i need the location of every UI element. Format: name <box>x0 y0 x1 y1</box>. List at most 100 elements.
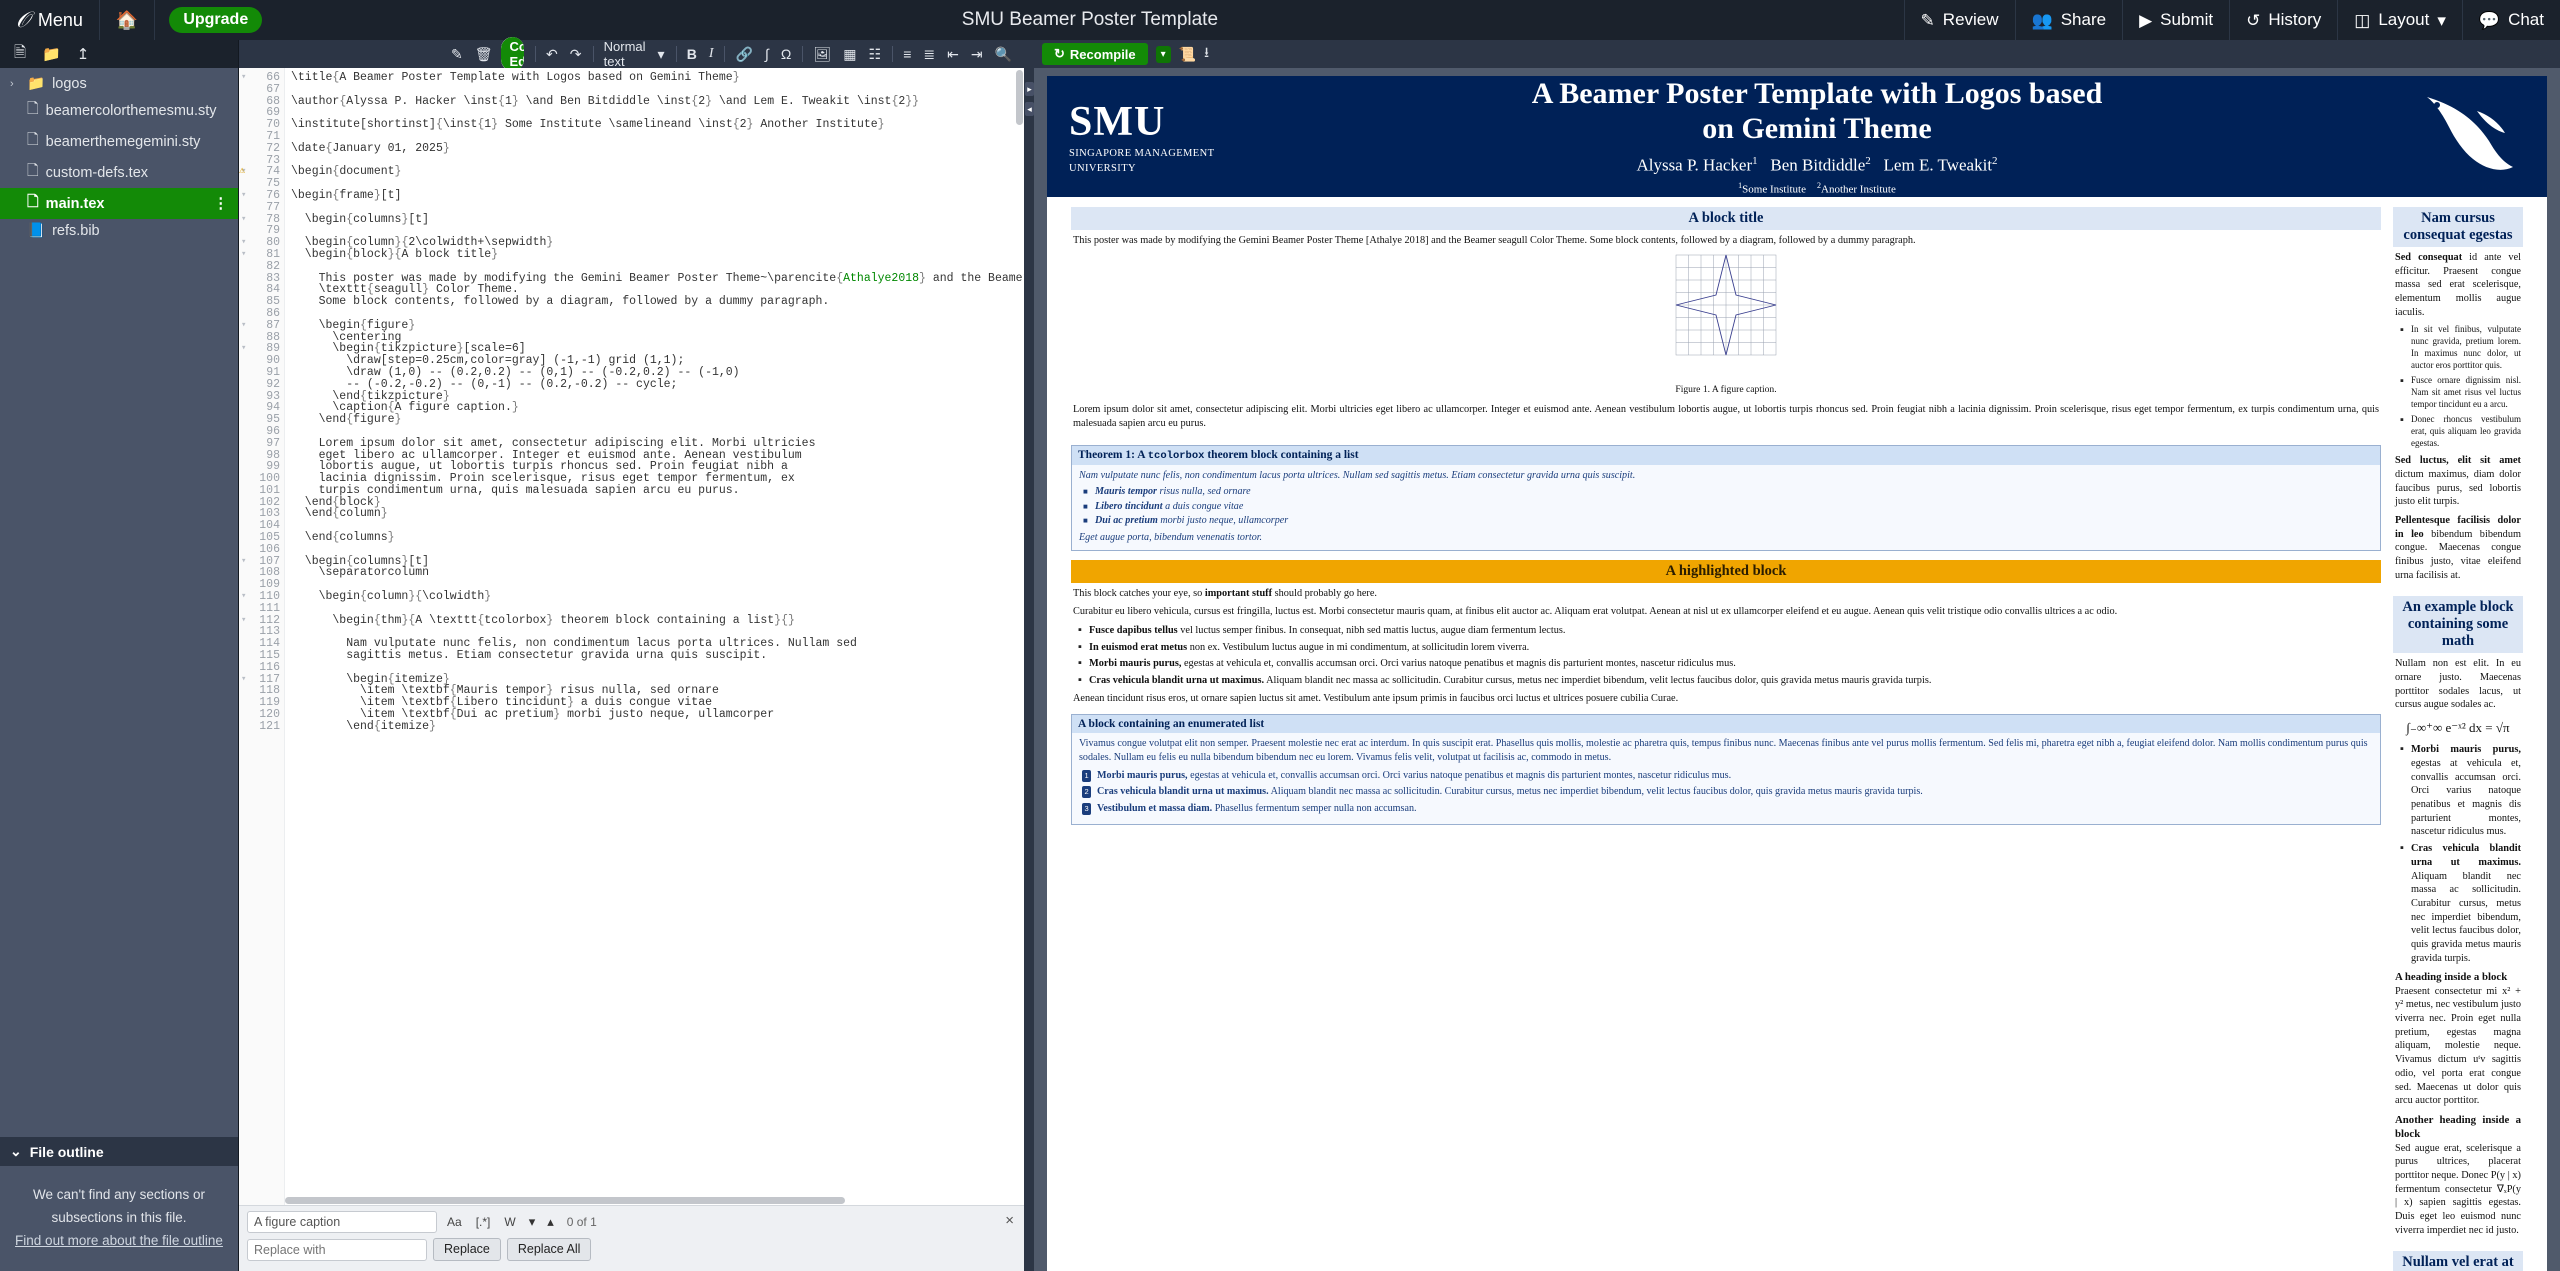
share-button[interactable]: 👥 Share <box>2014 0 2123 40</box>
whole-word-toggle[interactable]: W <box>500 1215 519 1229</box>
logs-icon[interactable]: 📜 <box>1179 46 1196 63</box>
upload-icon[interactable]: ↥ <box>77 45 90 63</box>
file-outline-header[interactable]: ⌄ File outline <box>0 1137 238 1167</box>
block-math: An example block containing some math Nu… <box>2393 596 2523 1242</box>
file-tree-item-refs-bib[interactable]: 📘 refs.bib <box>0 219 238 242</box>
file-tree-item-logos[interactable]: › 📁 logos <box>0 72 238 95</box>
grid-icon[interactable]: ☷ <box>863 47 888 61</box>
splitter-handle-collapse-left[interactable]: ▸ <box>1025 82 1034 96</box>
enum-marker: 3 <box>1082 802 1092 816</box>
menu-button[interactable]: 𝒪 Menu <box>0 0 100 40</box>
omega-icon[interactable]: Ω <box>775 47 797 61</box>
layout-button[interactable]: ◫ Layout ▾ <box>2337 0 2462 40</box>
find-next-icon[interactable]: ▾ <box>526 1214 539 1230</box>
theorem-intro: Nam vulputate nunc felis, non condimentu… <box>1079 469 1636 481</box>
block-a-block-title: A block title This poster was made by mo… <box>1071 207 2381 436</box>
image-icon[interactable]: 🖼 <box>807 47 837 61</box>
file-tree-item-beamercolorthemesmu[interactable]: 🗋 beamercolorthemesmu.sty <box>0 95 238 126</box>
theorem-list-item: Dui ac pretium morbi justo neque, ullamc… <box>1083 514 2373 528</box>
tab-code-editor[interactable]: Code Editor <box>500 37 524 71</box>
fold-toggle-icon[interactable]: ▾ <box>241 343 246 355</box>
editor-vertical-scrollbar[interactable] <box>1016 70 1023 125</box>
numbered-list-icon[interactable]: ≣ <box>917 47 941 61</box>
enumerated-list: 1 Morbi mauris purus, egestas at vehicula… <box>1082 769 2373 816</box>
upgrade-button[interactable]: Upgrade <box>169 7 263 33</box>
chevron-down-icon[interactable]: ▾ <box>652 47 671 61</box>
code-line: \begin{document} <box>291 165 402 179</box>
file-menu-icon[interactable]: ⋮ <box>214 196 229 212</box>
file-tree-item-beamerthemegemini[interactable]: 🗋 beamerthemegemini.sty <box>0 126 238 157</box>
fold-toggle-icon[interactable]: ▾ <box>241 320 246 332</box>
indent-increase-icon[interactable]: ⇥ <box>965 47 989 61</box>
fold-toggle-icon[interactable]: ▾ <box>241 591 246 603</box>
find-prev-icon[interactable]: ▴ <box>544 1214 557 1230</box>
replace-button[interactable]: Replace <box>433 1238 501 1261</box>
undo-icon[interactable]: ↶ <box>540 47 564 61</box>
fold-toggle-icon[interactable]: ▾ <box>241 674 246 686</box>
file-tree-item-custom-defs[interactable]: 🗋 custom-defs.tex <box>0 157 238 188</box>
fold-toggle-icon[interactable]: ▾ <box>241 249 246 261</box>
search-input[interactable] <box>247 1211 437 1233</box>
nav-left-group: 𝒪 Menu 🏠 Upgrade <box>0 0 276 40</box>
regex-toggle[interactable]: [.*] <box>472 1215 495 1229</box>
close-icon[interactable]: × <box>1005 1212 1014 1229</box>
pane-splitter[interactable]: ▸ ◂ <box>1024 40 1034 1271</box>
pdf-scroll-area[interactable]: SMU SINGAPORE MANAGEMENT UNIVERSITY A Be… <box>1034 68 2560 1271</box>
replace-input[interactable] <box>247 1238 427 1261</box>
file-label: main.tex <box>45 195 105 212</box>
line-number: 116 <box>259 660 280 674</box>
home-button[interactable]: 🏠 <box>100 0 156 40</box>
fold-toggle-icon[interactable]: ▾ <box>241 190 246 202</box>
editor-horizontal-scrollbar[interactable] <box>285 1197 845 1204</box>
item-bold: Cras vehicula blandit urna ut maximus. <box>1089 675 1265 687</box>
author-3: Lem E. Tweakit <box>1883 156 1993 175</box>
poster-header-center: A Beamer Poster Template with Logos base… <box>1229 77 2405 195</box>
fold-toggle-icon[interactable]: ▾ <box>241 237 246 249</box>
indent-decrease-icon[interactable]: ⇤ <box>941 47 965 61</box>
nam-p2: Sed luctus, elit sit amet dictum maximus… <box>2395 454 2521 509</box>
math-equation: ∫₋∞⁺∞ e⁻ˣ² dx = √π <box>2406 720 2510 736</box>
link-icon[interactable]: 🔗 <box>730 47 759 61</box>
warning-icon[interactable]: ⚠ <box>239 166 245 178</box>
trash-icon[interactable]: 🗑 <box>469 47 499 61</box>
recompile-button[interactable]: ↻ Recompile <box>1042 43 1148 65</box>
code-line: \begin{figure} <box>291 318 416 332</box>
text-style-select[interactable]: Normal text <box>598 39 652 69</box>
theorem-body: Nam vulputate nunc felis, non condimentu… <box>1072 465 2380 550</box>
review-button[interactable]: ✎ Review <box>1903 0 2015 40</box>
fold-toggle-icon[interactable]: ▾ <box>241 72 246 84</box>
line-number: 121 <box>259 719 280 733</box>
bold-button[interactable]: B <box>681 47 703 61</box>
redo-icon[interactable]: ↷ <box>564 47 588 61</box>
search-icon[interactable]: 🔍 <box>989 47 1018 61</box>
italic-button[interactable]: I <box>703 47 720 61</box>
fold-toggle-icon[interactable]: ▾ <box>241 615 246 627</box>
file-outline-empty-message: We can't find any sections or subsection… <box>33 1187 205 1226</box>
file-outline-link[interactable]: Find out more about the file outline <box>15 1233 223 1248</box>
splitter-handle-collapse-right[interactable]: ◂ <box>1025 102 1034 116</box>
list-item: Donec rhoncus vestibulum erat, quis aliq… <box>2400 413 2521 450</box>
fold-toggle-icon[interactable]: ▾ <box>241 214 246 226</box>
fold-toggle-icon[interactable]: ▾ <box>241 556 246 568</box>
new-folder-icon[interactable]: 📁 <box>42 45 61 63</box>
file-tree-item-main-tex[interactable]: 🗋 main.tex ⋮ <box>0 188 238 219</box>
pencil-icon[interactable]: ✎ <box>445 47 469 61</box>
code-content[interactable]: \title{A Beamer Poster Template with Log… <box>285 68 1024 1205</box>
item-rest: egestas at vehicula et, convallis accums… <box>1190 769 1732 781</box>
code-editor-body[interactable]: ▾ 66 67 68 69 70 71 72 73 ▾ ⚠ 74 75 ▾ 76 77 ▾ 78 79 ▾ 80 ▾ 81 8… <box>239 68 1024 1205</box>
replace-all-button[interactable]: Replace All <box>506 1238 592 1261</box>
chat-button[interactable]: 💬 Chat <box>2461 0 2560 40</box>
recompile-options-button[interactable]: ▾ <box>1155 45 1171 63</box>
history-button[interactable]: ↺ History <box>2229 0 2337 40</box>
match-case-toggle[interactable]: Aa <box>443 1215 466 1229</box>
block1-intro: This poster was made by modifying the Ge… <box>1073 235 1916 246</box>
poster-left-columns: A block title This poster was made by mo… <box>1071 207 2381 1271</box>
poster-sub-columns: Theorem 1: A tcolorbox theorem block con… <box>1071 444 2381 825</box>
submit-button[interactable]: ▶ Submit <box>2122 0 2229 40</box>
new-file-icon[interactable]: 🗎 <box>14 42 26 67</box>
download-icon[interactable]: ⭳ <box>1204 42 1209 66</box>
table-icon[interactable]: ▦ <box>837 47 862 61</box>
math-icon[interactable]: ∫ <box>759 47 775 61</box>
find-row: Aa [.*] W ▾ ▴ 0 of 1 <box>247 1211 1016 1233</box>
bullet-list-icon[interactable]: ≡ <box>897 47 917 61</box>
